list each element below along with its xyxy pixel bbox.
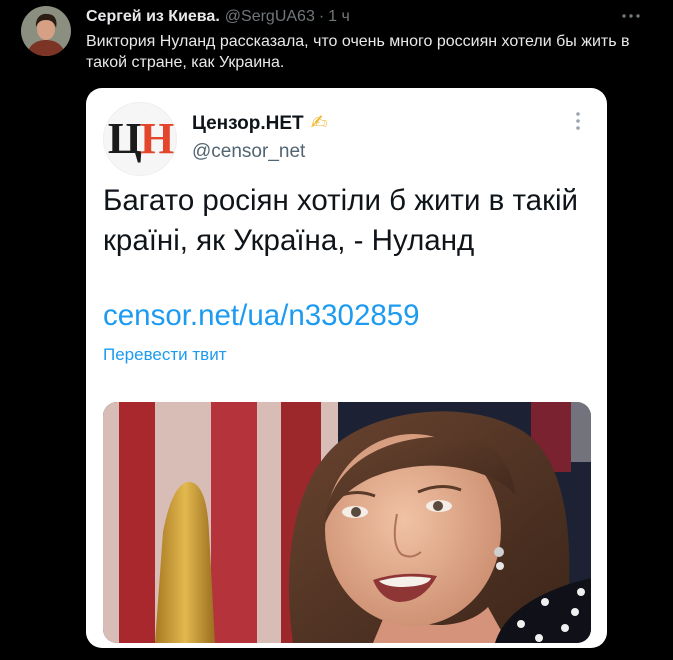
dot — [622, 14, 626, 18]
earring — [494, 547, 504, 557]
censor-logo: ЦН — [103, 102, 177, 176]
tweet-text: Виктория Нуланд рассказала, что очень мн… — [86, 33, 630, 71]
embedded-photo — [103, 402, 591, 643]
flag-stripe — [211, 402, 257, 643]
right-iris — [433, 501, 443, 511]
dot — [629, 14, 633, 18]
author-name[interactable]: Сергей из Киева. — [86, 8, 220, 25]
embedded-tweet-text: Багато росіян хотіли б жити в такій краї… — [103, 184, 579, 257]
writing-hand-icon: ✍ — [310, 110, 328, 134]
logo-letter: Ц — [107, 114, 142, 163]
dot — [636, 14, 640, 18]
meta-separator: · — [318, 8, 325, 25]
dress-dot — [541, 598, 549, 606]
dress-dot — [577, 588, 585, 596]
attached-image[interactable]: ЦН Цензор.НЕТ ✍ @censor_net Багато росіян… — [86, 88, 607, 648]
tweet-screen: Сергей из Киева. @SergUA63 · 1 ч Виктория Н… — [0, 0, 673, 660]
background-flag-light — [571, 402, 591, 462]
dot — [576, 112, 580, 116]
dress-dot — [517, 620, 525, 628]
dress-dot — [571, 608, 579, 616]
user-avatar-icon[interactable] — [21, 6, 71, 56]
photo-picture — [103, 402, 591, 643]
embedded-tweet-link: censor.net/ua/n3302859 — [103, 299, 420, 332]
embedded-author-handle: @censor_net — [192, 141, 306, 162]
flag-stripe — [119, 402, 155, 643]
more-vertical-icon — [570, 110, 586, 132]
embedded-author-name: Цензор.НЕТ — [192, 113, 304, 134]
dress-dot — [535, 634, 543, 642]
more-dots-vertical — [576, 112, 580, 130]
dot — [576, 119, 580, 123]
more-dots — [622, 14, 640, 18]
left-iris — [351, 507, 361, 517]
logo-letter: Н — [140, 114, 174, 163]
avatar-picture — [21, 6, 71, 56]
tweet-header: Сергей из Киева. @SergUA63 · 1 ч — [86, 6, 350, 27]
earring-drop — [496, 562, 504, 570]
translate-tweet-link: Перевести твит — [103, 345, 227, 364]
dot — [576, 126, 580, 130]
author-handle[interactable]: @SergUA63 — [225, 8, 315, 25]
more-horizontal-icon[interactable] — [620, 6, 642, 26]
embedded-author-row: Цензор.НЕТ ✍ — [192, 110, 327, 136]
dress-dot — [561, 624, 569, 632]
tweet-time[interactable]: 1 ч — [328, 8, 350, 25]
